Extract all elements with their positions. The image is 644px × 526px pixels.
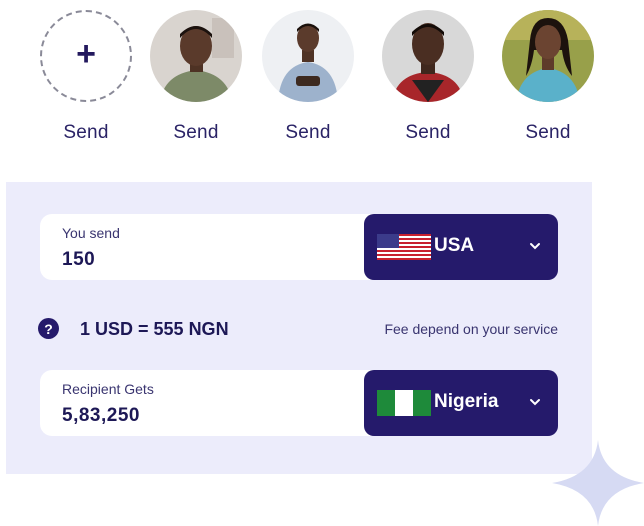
recipient-currency-select[interactable]: Nigeria	[364, 370, 558, 436]
avatar[interactable]	[502, 10, 594, 102]
send-currency-select[interactable]: USA	[364, 214, 558, 280]
send-currency-label: USA	[434, 235, 475, 256]
person-avatar-image	[150, 10, 242, 102]
add-contact-button[interactable]: +	[40, 10, 132, 102]
exchange-rate-row: ? 1 USD = 555 NGN Fee depend on your ser…	[38, 318, 558, 342]
recipient-amount-field[interactable]: Recipient Gets 5,83,250 Nigeria	[40, 370, 558, 436]
avatar[interactable]	[150, 10, 242, 102]
send-field-label: You send	[62, 225, 120, 241]
fee-note: Fee depend on your service	[384, 321, 558, 337]
exchange-rate: 1 USD = 555 NGN	[80, 319, 229, 339]
add-contact[interactable]: + Send	[31, 10, 141, 144]
sparkle-decoration-icon	[552, 440, 644, 526]
send-amount-input[interactable]: 150	[62, 249, 95, 271]
help-icon[interactable]: ?	[38, 318, 59, 339]
send-amount-field[interactable]: You send 150 USA	[40, 214, 558, 280]
recipient-field-label: Recipient Gets	[62, 381, 154, 397]
recipient-amount-value: 5,83,250	[62, 405, 140, 426]
us-flag-icon	[377, 234, 431, 260]
chevron-down-icon	[530, 243, 540, 250]
person-avatar-image	[382, 10, 474, 102]
plus-icon: +	[76, 35, 96, 73]
contacts-row: + Send Send Send Send Send	[0, 0, 644, 160]
avatar[interactable]	[262, 10, 354, 102]
send-label[interactable]: Send	[525, 122, 570, 144]
contact-1[interactable]: Send	[141, 10, 251, 144]
contact-4[interactable]: Send	[493, 10, 603, 144]
avatar[interactable]	[382, 10, 474, 102]
chevron-down-icon	[530, 399, 540, 406]
converter-card: You send 150 USA ? 1 USD = 555 NGN Fee d…	[6, 182, 592, 474]
nigeria-flag-icon	[377, 390, 431, 416]
person-avatar-image	[502, 10, 594, 102]
send-label[interactable]: Send	[173, 122, 218, 144]
send-label[interactable]: Send	[63, 122, 108, 144]
recipient-currency-label: Nigeria	[434, 391, 499, 412]
contact-3[interactable]: Send	[373, 10, 483, 144]
person-avatar-image	[262, 10, 354, 102]
send-label[interactable]: Send	[405, 122, 450, 144]
send-label[interactable]: Send	[285, 122, 330, 144]
contact-2[interactable]: Send	[253, 10, 363, 144]
